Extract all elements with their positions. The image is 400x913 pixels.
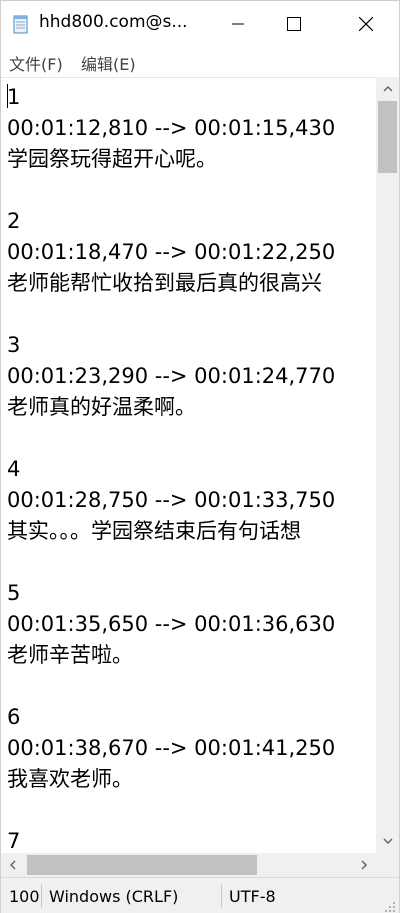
editor-content[interactable]: 1 00:01:12,810 --> 00:01:15,430 学园祭玩得超开心呢。… <box>7 82 375 853</box>
text-line[interactable]: 00:01:28,750 --> 00:01:33,750 <box>7 485 375 516</box>
text-line[interactable]: 00:01:23,290 --> 00:01:24,770 <box>7 361 375 392</box>
text-line[interactable]: 其实。。。学园祭结束后有句话想 <box>7 516 375 547</box>
text-line[interactable]: 我喜欢老师。 <box>7 764 375 795</box>
notepad-window: hhd800.com@s... 文件(F) 编辑(E) 1 00:01:12,81… <box>0 0 400 913</box>
resize-grip-icon[interactable] <box>384 898 396 912</box>
text-line[interactable]: 00:01:18,470 --> 00:01:22,250 <box>7 237 375 268</box>
text-line[interactable]: 1 <box>7 82 375 113</box>
chevron-down-icon <box>383 838 392 844</box>
vertical-scroll-thumb[interactable] <box>378 101 397 173</box>
status-divider <box>221 884 222 908</box>
horizontal-scroll-thumb[interactable] <box>27 855 257 875</box>
chevron-up-icon <box>383 86 392 92</box>
menu-bar: 文件(F) 编辑(E) <box>1 46 399 76</box>
text-line[interactable]: 00:01:38,670 --> 00:01:41,250 <box>7 733 375 764</box>
chevron-right-icon <box>361 860 367 870</box>
maximize-icon <box>287 16 301 31</box>
text-line[interactable]: 00:01:12,810 --> 00:01:15,430 <box>7 113 375 144</box>
scroll-up-button[interactable] <box>376 77 399 101</box>
maximize-button[interactable] <box>271 1 317 46</box>
text-line[interactable] <box>7 175 375 206</box>
minimize-icon <box>232 23 244 24</box>
title-bar[interactable]: hhd800.com@s... <box>1 1 399 46</box>
close-button[interactable] <box>343 1 389 46</box>
status-bar: 100 Windows (CRLF) UTF-8 <box>1 877 399 913</box>
zoom-level: 100 <box>9 886 39 906</box>
notepad-icon <box>13 14 29 34</box>
text-line[interactable]: 老师能帮忙收拾到最后真的很高兴 <box>7 268 375 299</box>
text-line[interactable]: 4 <box>7 454 375 485</box>
text-line[interactable]: 00:01:35,650 --> 00:01:36,630 <box>7 609 375 640</box>
text-line[interactable] <box>7 423 375 454</box>
text-line[interactable]: 3 <box>7 330 375 361</box>
horizontal-scrollbar[interactable] <box>1 853 376 877</box>
scroll-left-button[interactable] <box>1 853 25 877</box>
minimize-button[interactable] <box>215 1 261 46</box>
window-title: hhd800.com@s... <box>39 12 188 32</box>
text-line[interactable]: 学园祭玩得超开心呢。 <box>7 144 375 175</box>
text-line[interactable] <box>7 299 375 330</box>
menu-file[interactable]: 文件(F) <box>9 51 63 75</box>
text-line[interactable] <box>7 547 375 578</box>
status-divider <box>41 884 42 908</box>
text-line[interactable]: 7 <box>7 826 375 853</box>
text-line[interactable]: 6 <box>7 702 375 733</box>
text-editor[interactable]: 1 00:01:12,810 --> 00:01:15,430 学园祭玩得超开心呢。… <box>1 77 376 853</box>
text-line[interactable]: 2 <box>7 206 375 237</box>
vertical-scrollbar[interactable] <box>376 77 399 853</box>
chevron-left-icon <box>10 860 16 870</box>
line-ending: Windows (CRLF) <box>49 886 179 906</box>
scroll-right-button[interactable] <box>352 853 376 877</box>
text-caret <box>7 84 8 108</box>
text-line[interactable]: 5 <box>7 578 375 609</box>
text-line[interactable]: 老师辛苦啦。 <box>7 640 375 671</box>
text-line[interactable] <box>7 671 375 702</box>
text-line[interactable] <box>7 795 375 826</box>
scrollbar-corner <box>376 853 399 877</box>
text-line[interactable]: 老师真的好温柔啊。 <box>7 392 375 423</box>
close-icon <box>359 16 373 31</box>
scroll-down-button[interactable] <box>376 829 399 853</box>
menu-edit[interactable]: 编辑(E) <box>81 51 136 75</box>
encoding: UTF-8 <box>229 886 276 906</box>
